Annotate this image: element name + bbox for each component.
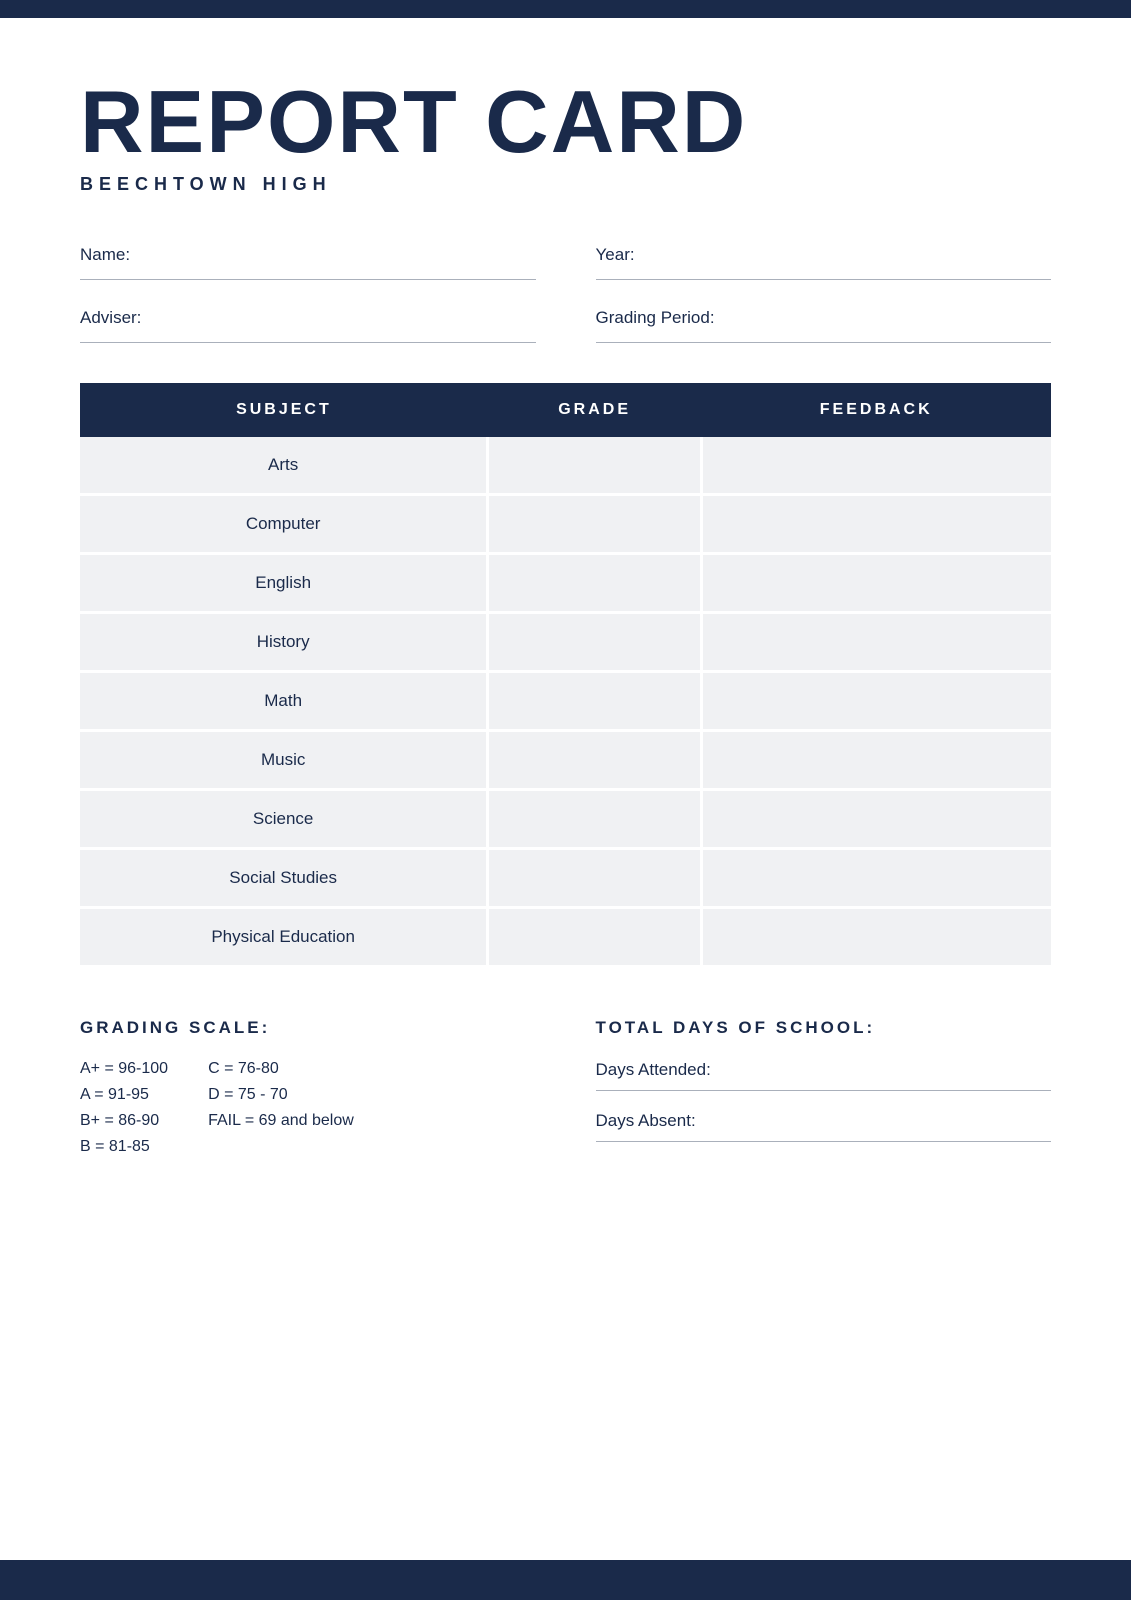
grading-scale-content: A+ = 96-100A = 91-95B+ = 86-90B = 81-85 … xyxy=(80,1060,536,1156)
days-attended-field: Days Attended: xyxy=(596,1060,1052,1091)
feedback-cell xyxy=(701,908,1051,967)
grading-scale-item: A = 91-95 xyxy=(80,1086,168,1104)
form-section: Name: Year: Adviser: Grading Period: xyxy=(80,245,1051,343)
name-field: Name: xyxy=(80,245,536,280)
subject-cell: Social Studies xyxy=(80,849,488,908)
total-days: TOTAL DAYS OF SCHOOL: Days Attended: Day… xyxy=(596,1018,1052,1162)
grade-cell xyxy=(488,849,702,908)
feedback-cell xyxy=(701,437,1051,495)
grade-cell xyxy=(488,554,702,613)
grading-period-label: Grading Period: xyxy=(596,308,1052,328)
adviser-field: Adviser: xyxy=(80,308,536,343)
table-row: Arts xyxy=(80,437,1051,495)
form-row-1: Name: Year: xyxy=(80,245,1051,280)
subject-cell: Computer xyxy=(80,495,488,554)
table-row: Social Studies xyxy=(80,849,1051,908)
year-line xyxy=(596,279,1052,280)
table-row: Physical Education xyxy=(80,908,1051,967)
school-name: BEECHTOWN HIGH xyxy=(80,174,1051,195)
header-feedback: FEEDBACK xyxy=(701,383,1051,437)
grading-scale: GRADING SCALE: A+ = 96-100 A = 91-95 B+ = … xyxy=(80,1018,536,1162)
header-grade: GRADE xyxy=(488,383,702,437)
days-attended-label: Days Attended: xyxy=(596,1060,711,1079)
grades-table: SUBJECT GRADE FEEDBACK ArtsComputerEngli… xyxy=(80,383,1051,968)
subject-cell: Math xyxy=(80,672,488,731)
days-absent-line xyxy=(596,1141,1052,1142)
grade-cell xyxy=(488,908,702,967)
grading-scale-item: B+ = 86-90 xyxy=(80,1112,168,1130)
adviser-label: Adviser: xyxy=(80,308,536,328)
subject-cell: Physical Education xyxy=(80,908,488,967)
grading-col1: A+ = 96-100 A = 91-95 B+ = 86-90 B = 81-85 xyxy=(80,1060,168,1156)
table-row: Math xyxy=(80,672,1051,731)
subject-cell: Science xyxy=(80,790,488,849)
grade-cell xyxy=(488,613,702,672)
subject-cell: History xyxy=(80,613,488,672)
year-field: Year: xyxy=(596,245,1052,280)
grading-scale-item: FAIL = 69 and below xyxy=(208,1112,354,1130)
table-row: Music xyxy=(80,731,1051,790)
feedback-cell xyxy=(701,495,1051,554)
feedback-cell xyxy=(701,790,1051,849)
table-row: English xyxy=(80,554,1051,613)
grading-period-field: Grading Period: xyxy=(596,308,1052,343)
report-title: REPORT CARD xyxy=(80,78,1051,166)
adviser-line xyxy=(80,342,536,343)
days-attended-line xyxy=(596,1090,1052,1091)
days-absent-label: Days Absent: xyxy=(596,1111,696,1130)
form-row-2: Adviser: Grading Period: xyxy=(80,308,1051,343)
subject-cell: Arts xyxy=(80,437,488,495)
top-bar xyxy=(0,0,1131,18)
bottom-bar xyxy=(0,1560,1131,1600)
table-row: History xyxy=(80,613,1051,672)
year-label: Year: xyxy=(596,245,1052,265)
table-row: Computer xyxy=(80,495,1051,554)
grading-period-line xyxy=(596,342,1052,343)
table-header-row: SUBJECT GRADE FEEDBACK xyxy=(80,383,1051,437)
grade-cell xyxy=(488,790,702,849)
feedback-cell xyxy=(701,672,1051,731)
bottom-section: GRADING SCALE: A+ = 96-100 A = 91-95 B+ = … xyxy=(80,1018,1051,1162)
subject-cell: English xyxy=(80,554,488,613)
subject-cell: Music xyxy=(80,731,488,790)
days-absent-field: Days Absent: xyxy=(596,1111,1052,1142)
grade-cell xyxy=(488,731,702,790)
name-line xyxy=(80,279,536,280)
name-label: Name: xyxy=(80,245,536,265)
grade-cell xyxy=(488,495,702,554)
header-subject: SUBJECT xyxy=(80,383,488,437)
grading-scale-title: GRADING SCALE: xyxy=(80,1018,536,1038)
grading-col2: C = 76-80 D = 75 - 70 FAIL = 69 and below xyxy=(208,1060,354,1156)
grading-scale-item: B = 81-85 xyxy=(80,1138,168,1156)
feedback-cell xyxy=(701,554,1051,613)
feedback-cell xyxy=(701,849,1051,908)
table-row: Science xyxy=(80,790,1051,849)
feedback-cell xyxy=(701,613,1051,672)
grading-scale-item: C = 76-80 xyxy=(208,1060,354,1078)
grading-scale-item: D = 75 - 70 xyxy=(208,1086,354,1104)
feedback-cell xyxy=(701,731,1051,790)
total-days-title: TOTAL DAYS OF SCHOOL: xyxy=(596,1018,1052,1038)
grade-cell xyxy=(488,672,702,731)
grading-scale-item: A+ = 96-100 xyxy=(80,1060,168,1078)
grade-cell xyxy=(488,437,702,495)
